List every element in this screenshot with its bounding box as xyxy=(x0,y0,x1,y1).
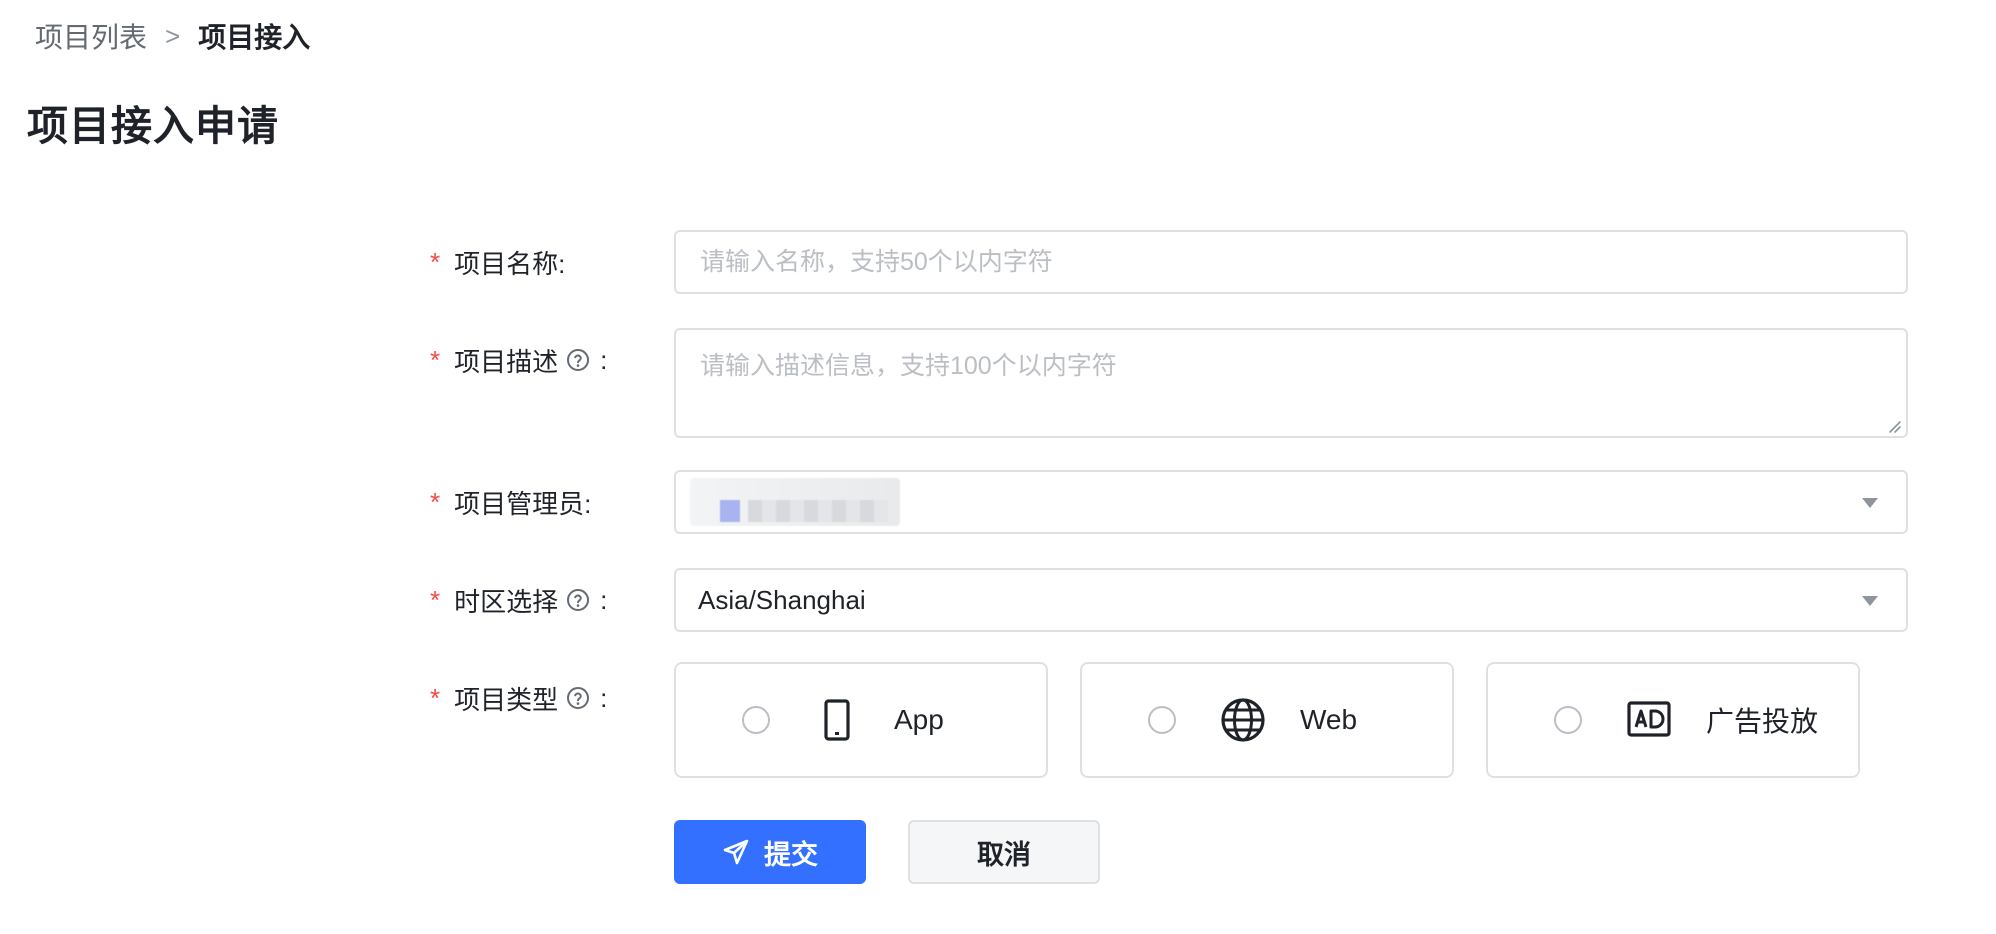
radio-button[interactable] xyxy=(1554,706,1582,734)
required-mark: * xyxy=(430,344,441,375)
project-manager-select[interactable] xyxy=(674,470,1908,534)
breadcrumb-item-project-list[interactable]: 项目列表 xyxy=(35,16,147,56)
send-icon xyxy=(722,838,750,866)
project-name-label: * 项目名称: xyxy=(430,242,565,282)
required-mark: * xyxy=(430,584,441,615)
submit-button-label: 提交 xyxy=(764,839,818,870)
timezone-selected-value: Asia/Shanghai xyxy=(698,584,866,615)
breadcrumb-item-current: 项目接入 xyxy=(198,22,311,53)
option-label: App xyxy=(894,704,944,735)
breadcrumb-separator: > xyxy=(165,20,181,51)
project-name-label-text: 项目名称: xyxy=(454,248,566,279)
cancel-button-label: 取消 xyxy=(977,839,1031,870)
selected-manager-tag xyxy=(690,478,900,526)
colon: : xyxy=(600,344,608,375)
ad-icon xyxy=(1624,695,1674,745)
page-title: 项目接入申请 xyxy=(27,103,279,149)
timezone-select[interactable]: Asia/Shanghai xyxy=(674,568,1908,632)
required-mark: * xyxy=(430,246,441,277)
project-manager-label: * 项目管理员: xyxy=(430,482,591,522)
submit-button[interactable]: 提交 xyxy=(674,820,866,884)
colon: : xyxy=(600,682,608,713)
chevron-down-icon xyxy=(1862,596,1878,606)
question-circle-icon[interactable] xyxy=(566,588,590,612)
globe-icon xyxy=(1218,695,1268,745)
project-description-label: * 项目描述 : xyxy=(430,340,607,380)
project-name-input[interactable] xyxy=(674,230,1908,294)
project-manager-label-text: 项目管理员: xyxy=(454,488,592,519)
project-type-option-app[interactable]: App xyxy=(674,662,1048,778)
required-mark: * xyxy=(430,486,441,517)
question-circle-icon[interactable] xyxy=(566,348,590,372)
chevron-down-icon xyxy=(1862,498,1878,508)
project-description-label-text: 项目描述 xyxy=(454,346,559,377)
resize-handle-icon[interactable] xyxy=(1886,418,1902,434)
option-label: Web xyxy=(1300,704,1358,735)
project-type-label: * 项目类型 : xyxy=(430,678,607,718)
project-type-option-web[interactable]: Web xyxy=(1080,662,1454,778)
required-mark: * xyxy=(430,682,441,713)
cancel-button[interactable]: 取消 xyxy=(908,820,1100,884)
radio-button[interactable] xyxy=(1148,706,1176,734)
radio-button[interactable] xyxy=(742,706,770,734)
project-type-label-text: 项目类型 xyxy=(454,684,559,715)
timezone-label-text: 时区选择 xyxy=(454,586,559,617)
project-description-textarea[interactable] xyxy=(674,328,1908,438)
question-circle-icon[interactable] xyxy=(566,686,590,710)
colon: : xyxy=(600,584,608,615)
mobile-phone-icon xyxy=(812,695,862,745)
timezone-label: * 时区选择 : xyxy=(430,580,607,620)
project-type-option-ad[interactable]: 广告投放 xyxy=(1486,662,1860,778)
option-label: 广告投放 xyxy=(1706,706,1819,737)
breadcrumb: 项目列表 > 项目接入 xyxy=(35,18,310,54)
